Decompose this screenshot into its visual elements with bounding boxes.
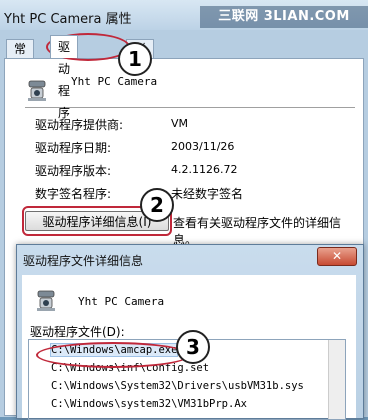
annotation-marker-1: 1 xyxy=(118,42,152,76)
version-value: 4.2.1126.72 xyxy=(171,163,238,176)
signer-label: 数字签名程序: xyxy=(35,187,112,201)
annotation-marker-3: 3 xyxy=(176,330,210,364)
provider-label: 驱动程序提供商: xyxy=(35,118,124,132)
provider-value: VM xyxy=(171,117,189,130)
window-title: Yht PC Camera 属性 xyxy=(4,12,132,27)
list-item[interactable]: C:\Windows\system32\VM31bPrp.Ax xyxy=(51,398,247,410)
tab-driver[interactable]: 驱动程序 xyxy=(50,35,79,120)
signer-value: 未经数字签名 xyxy=(171,187,244,201)
dialog-title: 驱动程序文件详细信息 xyxy=(23,254,144,268)
annotation-marker-2: 2 xyxy=(140,188,174,222)
title-bar[interactable]: Yht PC Camera 属性 三联网 3LIAN.COM xyxy=(0,0,368,30)
separator xyxy=(25,107,355,108)
list-scrollbar[interactable] xyxy=(328,340,345,419)
date-value: 2003/11/26 xyxy=(171,140,235,153)
close-button[interactable]: ✕ xyxy=(317,247,357,266)
date-label: 驱动程序日期: xyxy=(35,141,112,155)
list-item[interactable]: C:\Windows\System32\Drivers\usbVM31b.sys xyxy=(51,380,304,392)
device-name: Yht PC Camera xyxy=(71,75,158,88)
watermark: 三联网 3LIAN.COM xyxy=(200,6,368,28)
version-label: 驱动程序版本: xyxy=(35,164,112,178)
annotation-ring-3 xyxy=(36,342,190,368)
properties-window: Yht PC Camera 属性 三联网 3LIAN.COM 常规 驱动程序 详… xyxy=(0,0,368,420)
tab-general[interactable]: 常规 xyxy=(6,39,35,74)
webcam-icon xyxy=(34,289,60,311)
driver-details-description: 查看有关驱动程序文件的详细信息。 xyxy=(173,216,342,247)
driver-files-label: 驱动程序文件(D): xyxy=(30,325,125,339)
dialog-device-name: Yht PC Camera xyxy=(78,295,165,308)
webcam-icon xyxy=(25,79,51,101)
